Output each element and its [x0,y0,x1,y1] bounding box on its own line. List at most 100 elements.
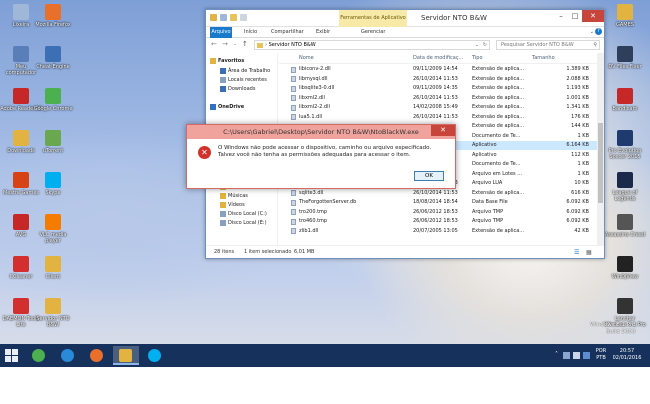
start-button[interactable] [5,349,18,362]
nav-item[interactable]: Favoritos [210,57,244,65]
scrollbar-thumb[interactable] [598,123,603,203]
maximize-button[interactable]: □ [568,10,582,22]
nav-item[interactable]: Disco Local (C:) [220,210,267,218]
taskbar-skype-button[interactable] [142,346,168,365]
file-row[interactable]: libmysql.dll 26/10/2014 11:53 Extensão de … [279,75,599,84]
nav-item[interactable]: Vídeos [220,201,245,209]
address-bar[interactable]: › Servidor NTO B&W ⌄ ↻ [254,40,490,50]
file-row[interactable]: TheForgottenServer.db 18/08/2014 18:54 Dat… [279,198,599,207]
file-size: 144 KB [571,123,589,129]
back-arrow-icon[interactable]: ← [211,40,217,49]
chevron-up-icon[interactable]: ˄ [555,351,558,358]
desktop-icon[interactable]: uTorrent [32,130,74,154]
desktop-icon[interactable]: Skype [32,172,74,196]
chevron-down-icon[interactable]: ⌄ [475,41,479,49]
tab-view[interactable]: Exibir [316,28,330,37]
search-placeholder: Pesquisar Servidor NTO B&W [501,42,574,48]
file-size: 1.389 KB [566,66,589,72]
details-view-icon[interactable]: ☰ [574,246,579,259]
column-date[interactable]: Data de modificaç... [413,53,463,64]
context-tab-app-tools[interactable]: Ferramentas de Aplicativo [339,10,407,27]
desktop-icon[interactable]: GAMES [604,4,646,28]
file-row[interactable]: libxml2-2.dll 14/02/2008 15:49 Extensão de… [279,103,599,112]
refresh-icon[interactable]: ↻ [483,41,487,49]
forward-arrow-icon[interactable]: → [222,40,228,49]
taskbar-chrome-button[interactable] [26,346,52,365]
column-size[interactable]: Tamanho [532,53,555,64]
desktop-icon[interactable]: Pro Evolution Soccer 2015 [604,130,646,160]
help-icon[interactable]: ? [595,28,602,35]
nav-item-label: Locais recentes [228,77,267,83]
vertical-scrollbar[interactable] [597,53,604,246]
status-item-count: 28 itens [214,249,235,255]
file-row[interactable]: sqlite3.dll 26/10/2014 11:53 Extensão de a… [279,189,599,198]
ok-button[interactable]: OK [414,171,444,181]
nav-item[interactable]: Músicas [220,192,248,200]
chevron-down-icon[interactable]: ⌄ [233,40,237,49]
file-size: 1.001 KB [566,94,589,101]
file-row[interactable]: libsqlite3-0.dll 09/11/2009 14:35 Extensão… [279,84,599,93]
app-icon [617,88,633,104]
nav-item[interactable]: Disco Local (E:) [220,219,267,227]
new-folder-icon[interactable] [230,14,237,21]
action-center-icon[interactable] [583,352,590,359]
minimize-button[interactable]: – [554,10,568,22]
tab-home[interactable]: Início [244,28,257,37]
desktop-icon[interactable]: DV Files Fixer [604,46,646,70]
chevron-down-icon[interactable]: ⌄ [590,29,594,35]
search-input[interactable]: Pesquisar Servidor NTO B&W ⚲ [496,40,600,50]
desktop-icon[interactable]: Google Chrome [32,88,74,112]
desktop-icon[interactable]: Client [32,256,74,280]
file-date: 20/07/2005 13:05 [413,227,458,234]
tab-manage[interactable]: Gerenciar [361,28,385,37]
column-type[interactable]: Tipo [472,53,483,64]
large-icons-view-icon[interactable]: ▦ [586,246,592,259]
error-dialog[interactable]: C:\Users\Gabriel\Desktop\Servidor NTO B&… [186,124,456,189]
language-indicator[interactable]: POR PTB [594,348,608,362]
desktop-icon[interactable]: Mozilla Firefox [32,4,74,28]
desktop-icon[interactable]: VLC media player [32,214,74,244]
volume-icon[interactable] [573,352,580,359]
folder-icon[interactable] [210,14,217,21]
chrome-icon [32,349,45,362]
file-row[interactable]: tro460.tmp 26/06/2012 18:53 Arquivo TMP 6.0… [279,217,599,226]
file-name: libxml2.dll [299,94,325,101]
app-icon [45,256,61,272]
properties-icon[interactable] [220,14,227,21]
up-arrow-icon[interactable]: ↑ [242,40,248,49]
network-icon[interactable] [563,352,570,359]
taskbar-firefox-button[interactable] [84,346,110,365]
file-row[interactable]: libxml2.dll 26/10/2014 11:53 Extensão de a… [279,94,599,103]
file-name: libmysql.dll [299,75,328,82]
app-icon [13,256,29,272]
desktop-icon[interactable]: Servidor NTO B&W [32,298,74,328]
desktop-icon[interactable]: Bandicam [604,88,646,112]
file-type: Extensão de aplica... [472,123,525,129]
nav-item[interactable]: Downloads [220,85,255,93]
file-row[interactable]: zlib1.dll 20/07/2005 13:05 Extensão de apl… [279,227,599,236]
search-icon[interactable]: ⚲ [593,41,597,49]
file-row[interactable]: tro200.tmp 26/06/2012 18:53 Arquivo TMP 6.0… [279,208,599,217]
nav-item[interactable]: Área de Trabalho [220,67,270,75]
dialog-message: O Windows não pode acessar o dispositivo… [218,145,432,158]
nav-item[interactable]: Locais recentes [220,76,267,84]
tab-share[interactable]: Compartilhar [271,28,304,37]
taskbar-internet-explorer-button[interactable] [55,346,81,365]
file-row[interactable]: lua5.1.dll 26/10/2014 11:53 Extensão de ap… [279,113,599,122]
close-button[interactable]: ✕ [582,10,604,22]
chevron-down-icon[interactable] [240,14,247,21]
desktop-icon[interactable]: WinDjView [604,256,646,280]
desktop-icon[interactable]: Assassins Creed [604,214,646,238]
taskbar: ˄ POR PTB 20:57 02/01/2016 [0,344,650,367]
clock[interactable]: 20:57 02/01/2016 [610,348,644,362]
tab-file[interactable]: Arquivo [210,27,232,38]
nav-item[interactable]: OneDrive [210,103,244,111]
file-row[interactable]: libiconv-2.dll 09/11/2009 14:54 Extensão d… [279,65,599,74]
explorer-titlebar[interactable]: Ferramentas de Aplicativo Servidor NTO B… [206,10,604,27]
column-name[interactable]: Nome [299,53,314,64]
desktop-icon[interactable]: League of Legends [604,172,646,202]
folder-icon [220,211,226,217]
dialog-close-button[interactable]: ✕ [431,125,455,136]
desktop-icon[interactable]: Cheat Engine [32,46,74,70]
taskbar-file-explorer-button[interactable] [113,346,139,365]
